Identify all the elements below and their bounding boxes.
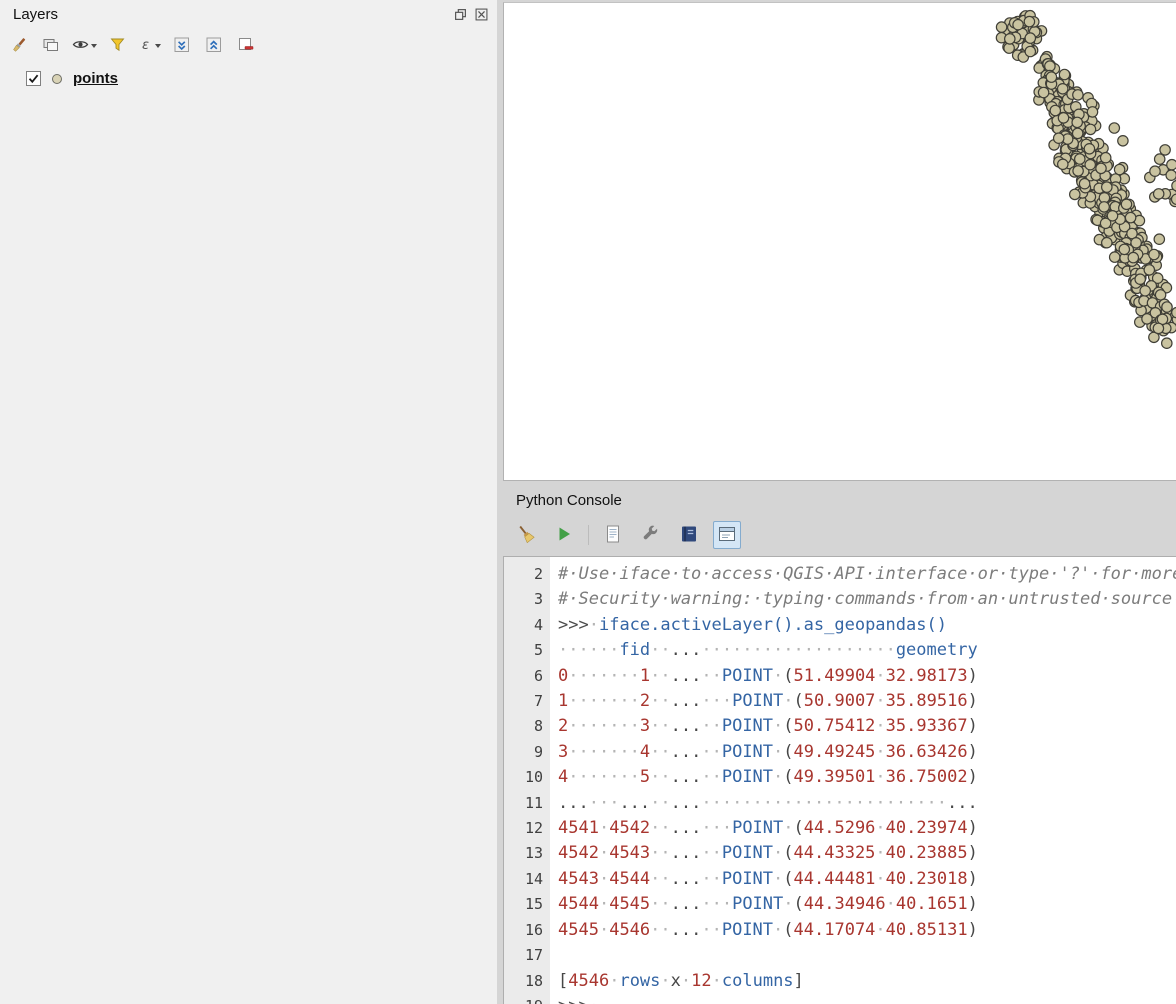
run-command-button[interactable]	[550, 521, 578, 549]
collapse-all-button[interactable]	[201, 33, 227, 59]
collapse-all-icon	[205, 36, 223, 57]
layer-item-points[interactable]: points	[26, 70, 118, 87]
open-layer-styling-button[interactable]	[6, 33, 32, 59]
console-line: 11...···...··...························…	[504, 791, 1176, 816]
python-console-toolbar	[512, 520, 741, 550]
layers-panel: Layers	[0, 0, 497, 1004]
map-points	[504, 3, 1176, 481]
dock-console-icon	[717, 524, 737, 547]
console-line: 17	[504, 943, 1176, 968]
console-lines: 2#·Use·iface·to·access·QGIS·API·interfac…	[504, 557, 1176, 1004]
close-panel-icon	[475, 8, 488, 24]
layers-panel-title: Layers	[13, 6, 58, 23]
console-line: 134542·4543··...··POINT·(44.43325·40.238…	[504, 841, 1176, 866]
filter-legend-expression-button[interactable]: ε	[137, 33, 163, 59]
console-line: 93·······4··...··POINT·(49.49245·36.6342…	[504, 740, 1176, 765]
console-line: 2#·Use·iface·to·access·QGIS·API·interfac…	[504, 562, 1176, 587]
expand-all-button[interactable]	[169, 33, 195, 59]
show-editor-icon	[603, 524, 623, 547]
help-button[interactable]	[675, 521, 703, 549]
chevron-down-icon	[91, 44, 97, 48]
check-icon	[27, 72, 40, 85]
chevron-down-icon	[155, 44, 161, 48]
console-line: 154544·4545··...···POINT·(44.34946·40.16…	[504, 892, 1176, 917]
console-line: 18[4546·rows·x·12·columns]	[504, 969, 1176, 994]
expand-all-icon	[173, 36, 191, 57]
layers-panel-titlebar: Layers	[0, 0, 497, 30]
float-panel-button[interactable]	[452, 8, 468, 24]
layers-toolbar: ε	[6, 32, 259, 60]
filter-legend-funnel-icon	[109, 36, 127, 57]
remove-layer-button[interactable]	[233, 33, 259, 59]
svg-text:ε: ε	[142, 38, 149, 53]
help-book-icon	[679, 524, 699, 547]
map-canvas[interactable]	[503, 2, 1176, 481]
filter-legend-button[interactable]	[105, 33, 131, 59]
add-group-icon	[42, 36, 60, 57]
options-wrench-icon	[641, 524, 661, 547]
console-line: 104·······5··...··POINT·(49.39501·36.750…	[504, 765, 1176, 790]
console-line: 71·······2··...···POINT·(50.9007·35.8951…	[504, 689, 1176, 714]
console-line: 144543·4544··...··POINT·(44.44481·40.230…	[504, 867, 1176, 892]
console-line: 164545·4546··...··POINT·(44.17074·40.851…	[504, 918, 1176, 943]
console-line: 60·······1··...··POINT·(51.49904·32.9817…	[504, 664, 1176, 689]
console-line: 5······fid··...···················geomet…	[504, 638, 1176, 663]
options-button[interactable]	[637, 521, 665, 549]
layer-visibility-checkbox[interactable]	[26, 71, 41, 86]
python-console-title: Python Console	[516, 492, 622, 509]
dock-console-button[interactable]	[713, 521, 741, 549]
python-console-output[interactable]: 2#·Use·iface·to·access·QGIS·API·interfac…	[503, 556, 1176, 1004]
clear-console-button[interactable]	[512, 521, 540, 549]
console-line: 4>>>·iface.activeLayer().as_geopandas()	[504, 613, 1176, 638]
point-symbol-icon	[52, 74, 62, 84]
manage-map-themes-button[interactable]	[70, 33, 99, 59]
console-line: 19>>>·	[504, 994, 1176, 1004]
layer-label: points	[73, 70, 118, 87]
remove-layer-icon	[237, 36, 255, 57]
show-editor-button[interactable]	[599, 521, 627, 549]
console-line: 3#·Security·warning:·typing·commands·fro…	[504, 587, 1176, 612]
add-group-button[interactable]	[38, 33, 64, 59]
styling-brush-icon	[10, 36, 28, 57]
close-panel-button[interactable]	[473, 8, 489, 24]
console-line: 82·······3··...··POINT·(50.75412·35.9336…	[504, 714, 1176, 739]
layer-tree: points	[26, 70, 118, 87]
clear-console-broom-icon	[516, 524, 536, 547]
filter-expression-icon: ε	[140, 36, 153, 56]
map-themes-eye-icon	[72, 36, 89, 56]
toolbar-separator	[588, 525, 589, 545]
console-line: 124541·4542··...···POINT·(44.5296·40.239…	[504, 816, 1176, 841]
float-panel-icon	[454, 8, 467, 24]
run-command-icon	[554, 524, 574, 547]
